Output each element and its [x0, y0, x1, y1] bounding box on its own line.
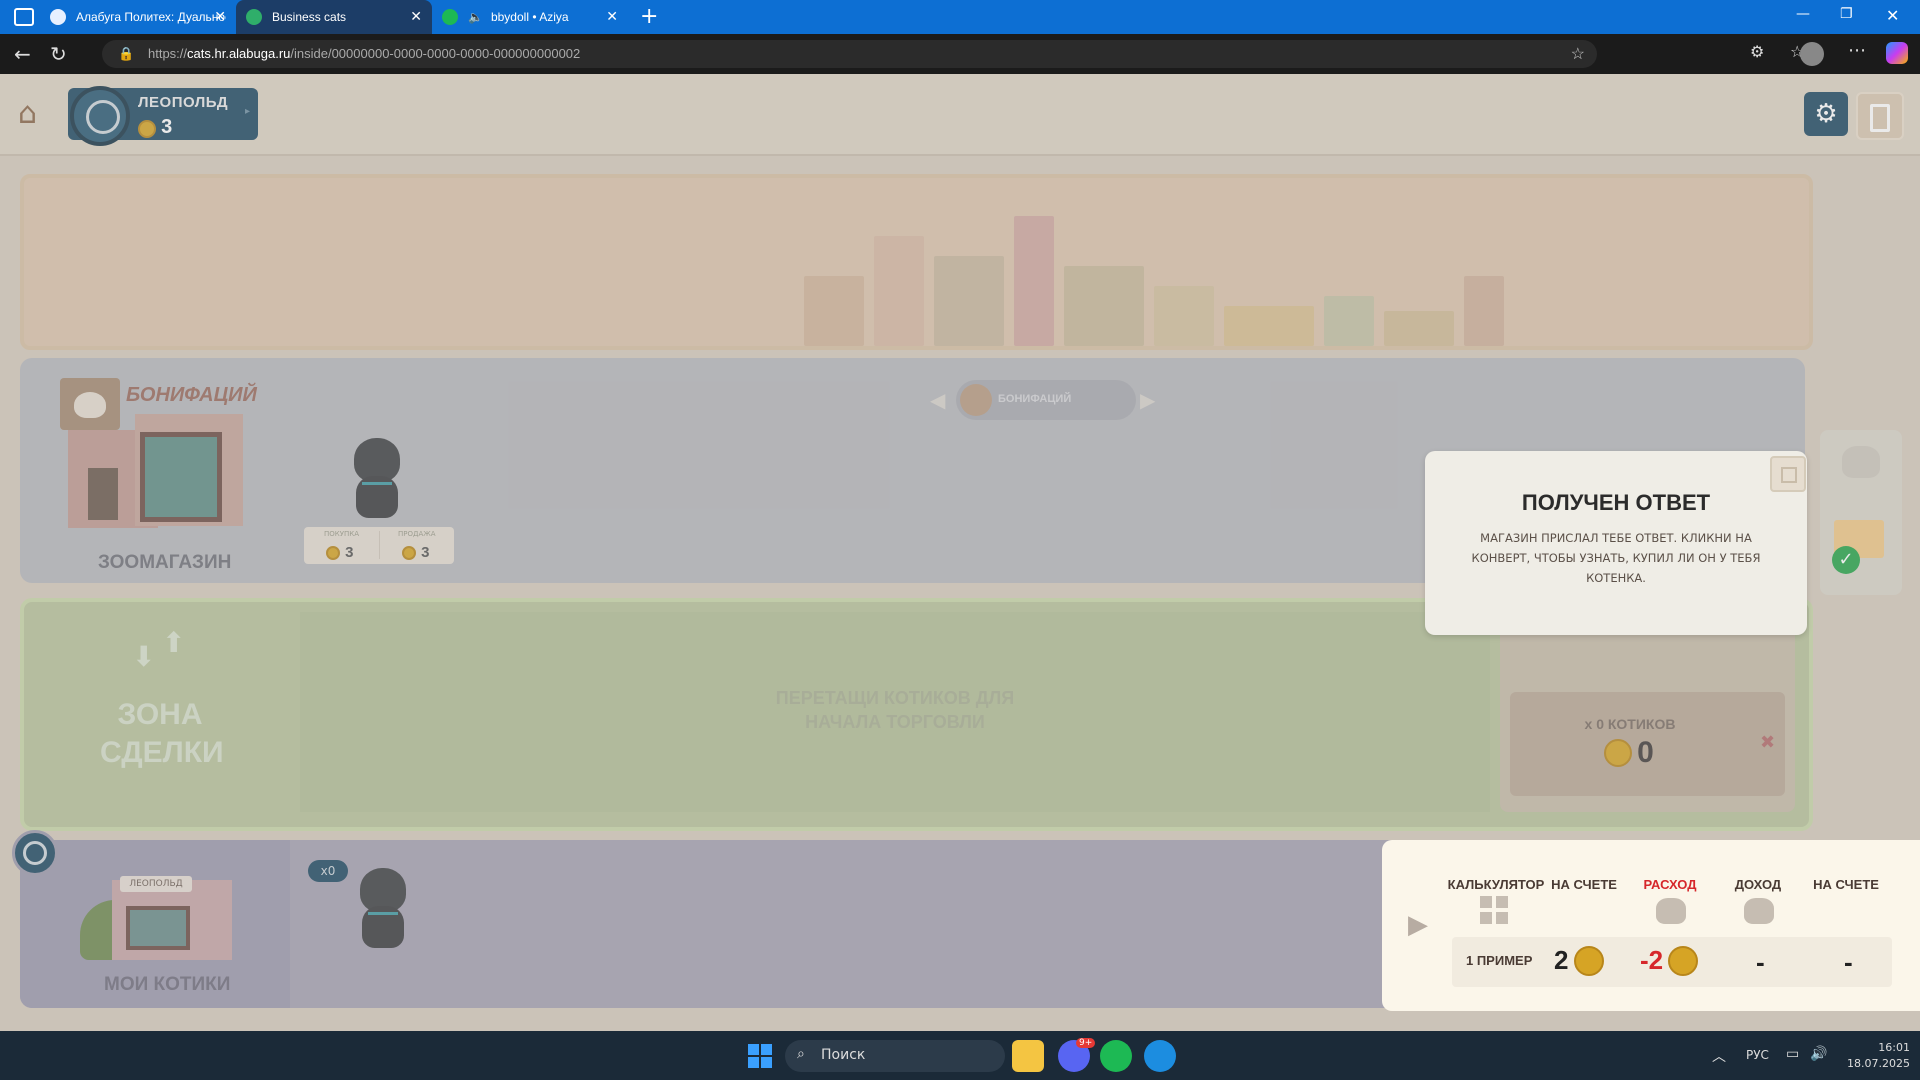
- tab-label: Business cats: [272, 10, 347, 24]
- coin-icon: [1668, 945, 1699, 976]
- tray-chevron-up-icon[interactable]: ︿: [1712, 1046, 1726, 1066]
- popup-message: МАГАЗИН ПРИСЛАЛ ТЕБЕ ОТВЕТ. КЛИКНИ НА КО…: [1471, 531, 1761, 585]
- network-icon[interactable]: ▭: [1786, 1046, 1799, 1062]
- tab-alabuga[interactable]: Алабуга Политех: Дуальное обр ✕: [40, 0, 236, 34]
- discord-badge: 9+: [1076, 1038, 1096, 1048]
- back-arrow-icon[interactable]: ←: [14, 42, 31, 66]
- cat-expense-icon: [1656, 898, 1686, 924]
- profile-avatar[interactable]: [1800, 42, 1824, 66]
- calc-expense: -2: [1640, 945, 1664, 975]
- popup-title: ПОЛУЧЕН ОТВЕТ: [1521, 490, 1711, 515]
- clock-time[interactable]: 16:01: [1840, 1040, 1910, 1056]
- minimize-button[interactable]: —: [1796, 6, 1810, 22]
- lock-icon: 🔒: [118, 46, 135, 61]
- close-tab-icon[interactable]: ✕: [214, 8, 226, 25]
- reload-icon[interactable]: ↻: [50, 42, 67, 66]
- calc-header-expense: РАСХОД: [1643, 877, 1697, 892]
- more-options-icon[interactable]: ⋯: [1848, 40, 1866, 61]
- business-cats-favicon-icon: [246, 9, 262, 25]
- alabuga-favicon-icon: [50, 9, 66, 25]
- new-tab-button[interactable]: +: [640, 4, 658, 29]
- file-explorer-icon[interactable]: [1012, 1040, 1044, 1072]
- spotify-icon[interactable]: [1100, 1040, 1132, 1072]
- taskbar-search-placeholder: Поиск: [821, 1047, 866, 1063]
- calculator-row: 1 ПРИМЕР 2 -2 - -: [1452, 937, 1892, 987]
- url-path: /inside/00000000-0000-0000-0000-00000000…: [290, 46, 581, 61]
- calc-balance-after: -: [1844, 947, 1853, 977]
- spotify-favicon-icon: [442, 9, 458, 25]
- cat-income-icon: [1744, 898, 1774, 924]
- taskbar-search[interactable]: ⌕ Поиск: [785, 1040, 1005, 1072]
- calc-income: -: [1756, 947, 1765, 977]
- language-indicator[interactable]: РУС: [1746, 1048, 1769, 1062]
- restore-button[interactable]: ❐: [1840, 6, 1853, 22]
- calc-header-balance: НА СЧЕТЕ: [1551, 877, 1617, 892]
- star-icon[interactable]: ☆: [1571, 44, 1585, 64]
- copilot-icon[interactable]: [1886, 42, 1908, 64]
- url-host: cats.hr.alabuga.ru: [187, 46, 291, 61]
- calc-header-balance-after: НА СЧЕТЕ: [1813, 877, 1879, 892]
- close-window-button[interactable]: ✕: [1886, 6, 1899, 25]
- edge-browser-icon[interactable]: [1144, 1040, 1176, 1072]
- calculator-icon[interactable]: [1480, 896, 1510, 926]
- tab-actions-icon[interactable]: [14, 8, 34, 26]
- play-icon[interactable]: ▶: [1408, 910, 1428, 940]
- expand-icon[interactable]: [1770, 456, 1806, 492]
- url-field[interactable]: 🔒 https://cats.hr.alabuga.ru/inside/0000…: [102, 40, 1597, 68]
- tab-label: bbydoll • Aziya: [490, 10, 569, 24]
- close-tab-icon[interactable]: ✕: [410, 8, 422, 25]
- coin-icon: [1573, 945, 1604, 976]
- speaker-icon[interactable]: 🔈: [468, 10, 483, 24]
- clock-date[interactable]: 18.07.2025: [1840, 1056, 1910, 1072]
- browser-tab-bar: Алабуга Политех: Дуальное обр ✕ Business…: [0, 0, 1920, 34]
- search-icon: ⌕: [797, 1046, 805, 1062]
- tab-spotify[interactable]: 🔈 bbydoll • Aziya ✕: [432, 0, 628, 34]
- calc-row-label: 1 ПРИМЕР: [1466, 953, 1533, 968]
- calc-header-calculator: КАЛЬКУЛЯТОР: [1447, 877, 1545, 892]
- close-tab-icon[interactable]: ✕: [606, 8, 618, 25]
- tab-business-cats[interactable]: Business cats ✕: [236, 0, 432, 34]
- windows-start-icon[interactable]: [748, 1044, 772, 1068]
- extensions-icon[interactable]: ⚙: [1750, 42, 1764, 61]
- tab-label: Алабуга Политех: Дуальное обр: [76, 10, 226, 24]
- url-prefix: https://: [148, 46, 188, 61]
- calc-balance: 2: [1554, 945, 1569, 975]
- calc-header-income: ДОХОД: [1734, 877, 1782, 892]
- volume-icon[interactable]: 🔊: [1810, 1046, 1827, 1062]
